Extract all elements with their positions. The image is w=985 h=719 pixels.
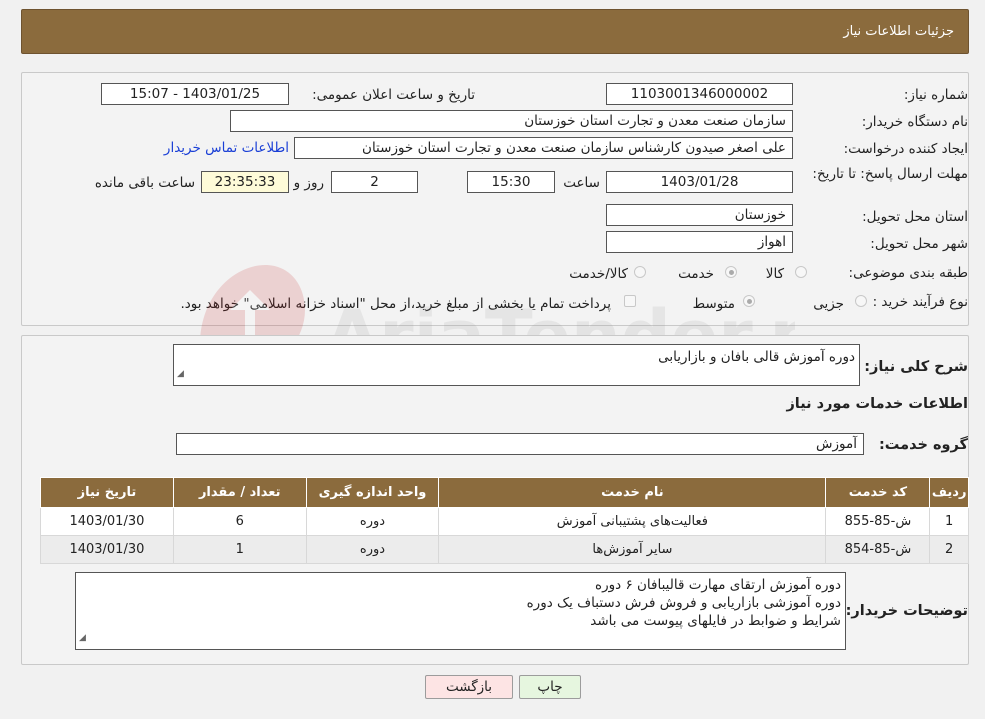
buyer-notes-textarea[interactable]: دوره آموزش ارتقای مهارت قالیبافان ۶ دوره… <box>75 572 846 650</box>
category-service-radio[interactable] <box>725 266 737 278</box>
col-need-date: تاریخ نیاز <box>40 477 174 508</box>
col-service-name: نام خدمت <box>438 477 827 508</box>
buyer-notes-line: دوره آموزشی بازاریابی و فروش فرش دستباف … <box>526 595 841 611</box>
print-button[interactable]: چاپ <box>519 675 581 699</box>
category-label: طبقه بندی موضوعی: <box>848 265 968 281</box>
process-small-radio[interactable] <box>855 295 867 307</box>
summary-textarea[interactable]: دوره آموزش قالی بافان و بازاریابی ◢ <box>173 344 860 386</box>
treasury-payment-note: پرداخت تمام یا بخشی از مبلغ خرید،از محل … <box>180 296 611 312</box>
buyer-org-field: سازمان صنعت معدن و تجارت استان خوزستان <box>230 110 793 132</box>
table-row: 2 ش-85-854 سایر آموزش‌ها دوره 1 1403/01/… <box>40 535 969 564</box>
resize-grip-icon[interactable]: ◢ <box>79 629 86 647</box>
buyer-notes-line: شرایط و ضوابط در فایلهای پیوست می باشد <box>590 613 841 629</box>
cell-need-date: 1403/01/30 <box>40 535 174 564</box>
col-row-number: ردیف <box>929 477 969 508</box>
category-goods-label: کالا <box>765 266 784 282</box>
category-both-label: کالا/خدمت <box>569 266 628 282</box>
deadline-label: مهلت ارسال پاسخ: تا تاریخ: <box>812 166 968 182</box>
cell-unit: دوره <box>305 535 440 564</box>
col-service-code: کد خدمت <box>825 477 931 508</box>
process-label: نوع فرآیند خرید : <box>872 294 968 310</box>
cell-unit: دوره <box>305 507 440 536</box>
summary-text: دوره آموزش قالی بافان و بازاریابی <box>658 349 855 365</box>
days-field: 2 <box>331 171 418 193</box>
category-goods-radio[interactable] <box>795 266 807 278</box>
page-header: جزئیات اطلاعات نیاز <box>21 9 969 54</box>
cell-service-name: سایر آموزش‌ها <box>438 535 827 564</box>
cell-row-number: 2 <box>929 535 969 564</box>
cell-service-code: ش-85-854 <box>825 535 931 564</box>
deadline-time-label: ساعت <box>563 175 600 191</box>
col-quantity: تعداد / مقدار <box>172 477 307 508</box>
deadline-date-field: 1403/01/28 <box>606 171 793 193</box>
cell-service-name: فعالیت‌های پشتیبانی آموزش <box>438 507 827 536</box>
process-medium-label: متوسط <box>692 296 735 312</box>
days-label: روز و <box>293 175 324 191</box>
cell-service-code: ش-85-855 <box>825 507 931 536</box>
category-service-label: خدمت <box>678 266 714 282</box>
table-header-row: ردیف کد خدمت نام خدمت واحد اندازه گیری ت… <box>40 477 969 508</box>
table-row: 1 ش-85-855 فعالیت‌های پشتیبانی آموزش دور… <box>40 507 969 536</box>
cell-quantity: 1 <box>172 535 307 564</box>
need-number-field: 1103001346000002 <box>606 83 793 105</box>
creator-label: ایجاد کننده درخواست: <box>843 141 968 157</box>
service-group-field: آموزش <box>176 433 864 455</box>
remaining-time-field: 23:35:33 <box>201 171 289 193</box>
city-label: شهر محل تحویل: <box>870 236 968 252</box>
services-table: ردیف کد خدمت نام خدمت واحد اندازه گیری ت… <box>40 477 969 564</box>
buyer-notes-label: توضیحات خریدار: <box>845 603 968 619</box>
resize-grip-icon[interactable]: ◢ <box>177 365 184 383</box>
remaining-label: ساعت باقی مانده <box>94 175 195 191</box>
process-small-label: جزیی <box>813 296 844 312</box>
cell-need-date: 1403/01/30 <box>40 507 174 536</box>
back-button[interactable]: بازگشت <box>425 675 513 699</box>
services-section-title: اطلاعات خدمات مورد نیاز <box>786 396 968 412</box>
category-both-radio[interactable] <box>634 266 646 278</box>
deadline-time-field: 15:30 <box>467 171 555 193</box>
announce-field: 1403/01/25 - 15:07 <box>101 83 289 105</box>
province-label: استان محل تحویل: <box>862 209 968 225</box>
treasury-payment-checkbox[interactable] <box>624 295 636 307</box>
announce-label: تاریخ و ساعت اعلان عمومی: <box>312 87 475 103</box>
buyer-contact-link[interactable]: اطلاعات تماس خریدار <box>164 140 289 156</box>
province-field: خوزستان <box>606 204 793 226</box>
service-group-label: گروه خدمت: <box>878 437 968 453</box>
process-medium-radio[interactable] <box>743 295 755 307</box>
buyer-notes-line: دوره آموزش ارتقای مهارت قالیبافان ۶ دوره <box>595 577 841 593</box>
need-number-label: شماره نیاز: <box>903 87 968 103</box>
cell-quantity: 6 <box>172 507 307 536</box>
creator-field: علی اصغر صیدون کارشناس سازمان صنعت معدن … <box>294 137 793 159</box>
page-title: جزئیات اطلاعات نیاز <box>843 24 954 39</box>
col-unit: واحد اندازه گیری <box>305 477 440 508</box>
summary-label: شرح کلی نیاز: <box>864 359 968 375</box>
city-field: اهواز <box>606 231 793 253</box>
cell-row-number: 1 <box>929 507 969 536</box>
buyer-org-label: نام دستگاه خریدار: <box>861 114 968 130</box>
